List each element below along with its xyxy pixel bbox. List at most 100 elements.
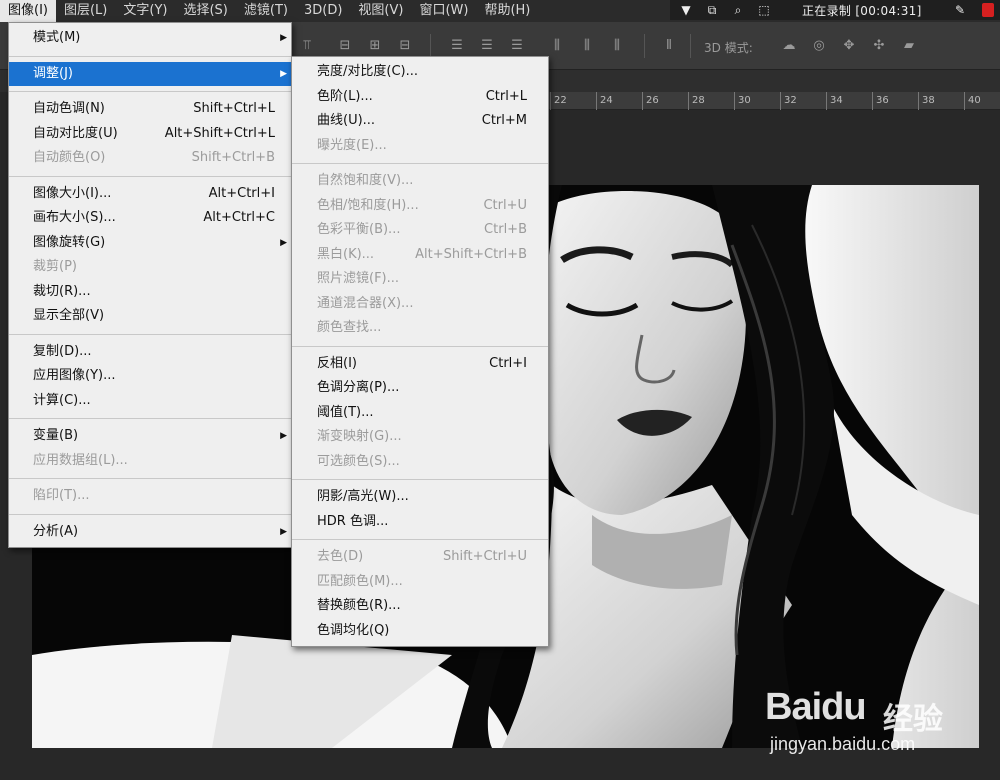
menu-item-shortcut: Shift+Ctrl+L xyxy=(193,101,275,116)
menu-item-label: 曝光度(E)... xyxy=(317,137,387,153)
menu-item-19[interactable]: 阴影/高光(W)... xyxy=(292,485,548,510)
menubar-item-2[interactable]: 文字(Y) xyxy=(115,0,175,22)
menubar-item-3[interactable]: 选择(S) xyxy=(175,0,235,22)
3d-camera-icon[interactable]: ▰ xyxy=(900,37,918,55)
windows-icon[interactable]: ⧉ xyxy=(704,2,720,18)
menu-item-label: 照片滤镜(F)... xyxy=(317,271,400,286)
menu-item-6: 自动颜色(O) Shift+Ctrl+B xyxy=(9,146,291,171)
align-left-icon[interactable]: ⊟ xyxy=(396,37,414,55)
menu-item-11: 颜色查找... xyxy=(292,316,548,341)
menu-item-8: 黑白(K)... Alt+Shift+Ctrl+B xyxy=(292,243,548,268)
menu-item-label: 阴影/高光(W)... xyxy=(317,489,409,504)
menu-item-15[interactable]: 复制(D)... xyxy=(9,340,291,365)
menu-item-23: 匹配颜色(M)... xyxy=(292,570,548,595)
menu-item-label: 自动对比度(U) xyxy=(33,125,118,141)
menu-item-shortcut: Shift+Ctrl+B xyxy=(191,150,275,165)
menubar-item-4[interactable]: 滤镜(T) xyxy=(236,0,296,22)
menubar-item-5[interactable]: 3D(D) xyxy=(296,0,350,22)
menu-item-shortcut: Ctrl+B xyxy=(484,222,527,237)
recording-status: 正在录制 [00:04:31] xyxy=(802,3,922,18)
align-vcenter-icon[interactable]: ⊟ xyxy=(336,37,354,55)
ruler-tick-label: 26 xyxy=(642,92,659,110)
menu-item-label: 分析(A) xyxy=(33,523,79,539)
distribute-bottom-icon[interactable]: ☰ xyxy=(508,37,526,55)
distribute-top-icon[interactable]: ☰ xyxy=(448,37,466,55)
triangle-down-icon[interactable]: ▼ xyxy=(678,2,694,18)
menu-item-24[interactable]: 替换颜色(R)... xyxy=(292,594,548,619)
distribute-right-icon[interactable]: ⫼ xyxy=(608,37,626,55)
stop-icon[interactable] xyxy=(982,3,994,17)
menu-item-4[interactable]: 自动色调(N) Shift+Ctrl+L xyxy=(9,97,291,122)
menu-item-19[interactable]: 变量(B) ▶ xyxy=(9,424,291,449)
menu-separator xyxy=(292,163,548,164)
menubar-item-7[interactable]: 窗口(W) xyxy=(411,0,476,22)
menu-item-label: 渐变映射(G)... xyxy=(317,429,402,444)
menu-item-25[interactable]: 色调均化(Q) xyxy=(292,619,548,644)
region-icon[interactable]: ⬚ xyxy=(756,2,772,18)
menu-item-5[interactable]: 自动对比度(U) Alt+Shift+Ctrl+L xyxy=(9,122,291,147)
menu-item-10: 通道混合器(X)... xyxy=(292,292,548,317)
menu-item-2[interactable]: 调整(J) ▶ xyxy=(9,61,291,86)
menu-item-12[interactable]: 裁切(R)... xyxy=(9,280,291,305)
align-top-icon[interactable]: ⫪ xyxy=(298,37,316,55)
menu-item-17[interactable]: 计算(C)... xyxy=(9,389,291,414)
menu-item-label: 亮度/对比度(C)... xyxy=(317,64,418,79)
menubar-item-0[interactable]: 图像(I) xyxy=(0,0,56,22)
menu-item-label: 自然饱和度(V)... xyxy=(317,173,414,188)
menu-item-8[interactable]: 图像大小(I)... Alt+Ctrl+I xyxy=(9,182,291,207)
menu-item-6: 色相/饱和度(H)... Ctrl+U xyxy=(292,194,548,219)
menu-item-shortcut: Alt+Shift+Ctrl+L xyxy=(164,125,275,141)
menu-item-14[interactable]: 色调分离(P)... xyxy=(292,376,548,401)
3d-pan-icon[interactable]: ✥ xyxy=(840,37,858,55)
auto-align-icon[interactable]: ⫴ xyxy=(660,37,678,55)
menu-item-15[interactable]: 阈值(T)... xyxy=(292,401,548,426)
divider xyxy=(690,34,691,58)
menu-item-shortcut: Ctrl+I xyxy=(489,355,527,371)
menu-item-2[interactable]: 曲线(U)... Ctrl+M xyxy=(292,109,548,134)
menubar-item-8[interactable]: 帮助(H) xyxy=(476,0,538,22)
menu-item-20[interactable]: HDR 色调... xyxy=(292,510,548,535)
menu-item-shortcut: Shift+Ctrl+U xyxy=(443,549,527,564)
menu-item-0[interactable]: 亮度/对比度(C)... xyxy=(292,60,548,85)
baidu-jingyan-watermark: Baidu 经验 jingyan.baidu.com xyxy=(765,670,965,760)
menu-item-9[interactable]: 画布大小(S)... Alt+Ctrl+C xyxy=(9,206,291,231)
menu-item-22: 陷印(T)... xyxy=(9,484,291,509)
menu-item-10[interactable]: 图像旋转(G) ▶ xyxy=(9,231,291,256)
watermark-jingyan: 经验 xyxy=(883,702,943,737)
submenu-arrow-icon: ▶ xyxy=(280,33,287,43)
distribute-vcenter-icon[interactable]: ☰ xyxy=(478,37,496,55)
menu-item-13[interactable]: 显示全部(V) xyxy=(9,304,291,329)
menu-item-shortcut: Alt+Ctrl+C xyxy=(203,210,275,225)
menu-item-24[interactable]: 分析(A) ▶ xyxy=(9,520,291,545)
image-menu: 模式(M) ▶ 调整(J) ▶ 自动色调(N) Shift+Ctrl+L 自动对比度(U) A… xyxy=(8,22,292,548)
menubar-item-6[interactable]: 视图(V) xyxy=(350,0,411,22)
menu-item-0[interactable]: 模式(M) ▶ xyxy=(9,26,291,51)
menu-item-label: 应用数据组(L)... xyxy=(33,452,128,468)
menu-item-label: HDR 色调... xyxy=(317,513,389,529)
menu-item-13[interactable]: 反相(I) Ctrl+I xyxy=(292,352,548,377)
menu-item-label: 计算(C)... xyxy=(33,392,91,408)
ruler-tick-label: 22 xyxy=(550,92,567,110)
distribute-left-icon[interactable]: ⫼ xyxy=(548,37,566,55)
menu-item-16[interactable]: 应用图像(Y)... xyxy=(9,364,291,389)
menu-item-17: 可选颜色(S)... xyxy=(292,450,548,475)
menu-item-label: 去色(D) xyxy=(317,549,364,564)
align-bottom-icon[interactable]: ⊞ xyxy=(366,37,384,55)
menu-separator xyxy=(292,479,548,480)
3d-slide-icon[interactable]: ✣ xyxy=(870,37,888,55)
menubar-item-1[interactable]: 图层(L) xyxy=(56,0,115,22)
3d-roll-icon[interactable]: ◎ xyxy=(810,37,828,55)
menu-item-shortcut: Ctrl+L xyxy=(485,88,527,104)
ruler-tick-label: 40 xyxy=(964,92,981,110)
3d-rotate-icon[interactable]: ☁ xyxy=(780,37,798,55)
submenu-arrow-icon: ▶ xyxy=(280,526,287,537)
ruler-tick-label: 30 xyxy=(734,92,751,110)
submenu-arrow-icon: ▶ xyxy=(280,431,287,441)
menu-item-label: 裁切(R)... xyxy=(33,283,91,299)
menu-item-label: 曲线(U)... xyxy=(317,113,376,128)
distribute-hcenter-icon[interactable]: ⫼ xyxy=(578,37,596,55)
pencil-icon[interactable]: ✎ xyxy=(952,2,968,18)
magnifier-icon[interactable]: ⌕ xyxy=(730,2,746,18)
menu-item-1[interactable]: 色阶(L)... Ctrl+L xyxy=(292,85,548,110)
ruler-tick-label: 34 xyxy=(826,92,843,110)
